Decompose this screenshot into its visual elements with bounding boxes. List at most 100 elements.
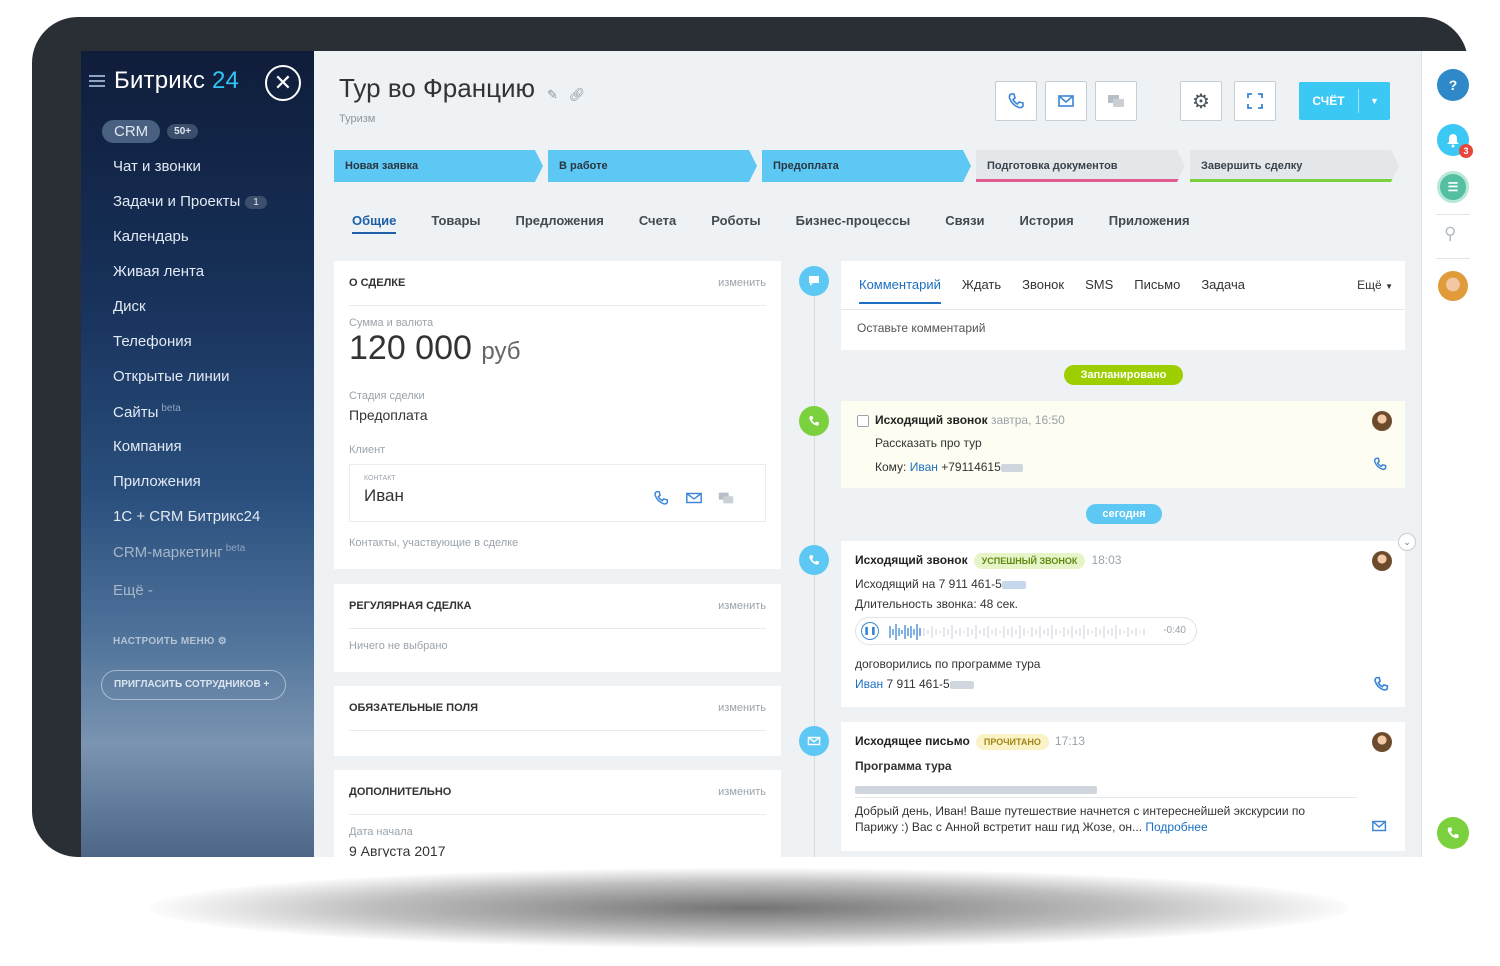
- stage-finish[interactable]: Завершить сделку: [1190, 150, 1399, 182]
- edit-pencil-icon[interactable]: ✎: [547, 87, 558, 102]
- call-outgoing-link[interactable]: Исходящий на 7 911 461-5: [855, 577, 1026, 591]
- divider: [1436, 258, 1470, 259]
- planned-call-subject[interactable]: Рассказать про тур: [875, 436, 982, 450]
- waveform[interactable]: [888, 622, 1150, 642]
- tab-business-processes[interactable]: Бизнес-процессы: [796, 213, 911, 234]
- sidebar-item-sites[interactable]: Сайты beta: [113, 403, 181, 421]
- email-header: Исходящее письмо ПРОЧИТАНО 17:13: [855, 734, 1085, 750]
- menu-burger-icon[interactable]: [89, 75, 105, 87]
- dropdown-caret-icon[interactable]: ▼: [1359, 96, 1390, 106]
- sidebar-item-chat[interactable]: Чат и звонки: [113, 158, 201, 175]
- settings-button[interactable]: ⚙: [1180, 81, 1222, 121]
- deal-card-heading: О СДЕЛКЕ: [349, 277, 406, 289]
- divider: [349, 814, 766, 815]
- sidebar-item-telephony[interactable]: Телефония: [113, 333, 192, 350]
- tab-letter[interactable]: Письмо: [1134, 277, 1180, 304]
- planned-pill: Запланировано: [1064, 365, 1183, 385]
- pause-icon[interactable]: ❚❚: [861, 622, 879, 640]
- regular-edit-link[interactable]: изменить: [718, 600, 766, 612]
- divider: [349, 305, 766, 306]
- call-button[interactable]: [995, 81, 1037, 121]
- phone-call-button[interactable]: [1437, 817, 1469, 849]
- stage-documents[interactable]: Подготовка документов: [976, 150, 1185, 182]
- invite-employees-button[interactable]: ПРИГЛАСИТЬ СОТРУДНИКОВ +: [101, 670, 286, 700]
- contact-email-icon[interactable]: [684, 489, 704, 507]
- tab-comment[interactable]: Комментарий: [859, 277, 941, 304]
- call-action-icon[interactable]: [1372, 456, 1388, 472]
- tab-more[interactable]: Ещё ▼: [1357, 278, 1393, 292]
- chat-button[interactable]: [1095, 81, 1137, 121]
- stage-new[interactable]: Новая заявка: [334, 150, 543, 182]
- user-avatar[interactable]: [1438, 271, 1468, 301]
- complete-checkbox[interactable]: [857, 415, 869, 427]
- link-icon[interactable]: 🔗︎: [569, 87, 586, 102]
- divider: [349, 730, 766, 731]
- fullscreen-button[interactable]: [1234, 81, 1276, 121]
- sidebar-item-calendar[interactable]: Календарь: [113, 228, 189, 245]
- gear-icon: ⚙: [217, 636, 227, 647]
- tab-call[interactable]: Звонок: [1022, 277, 1064, 304]
- page-subtitle: Туризм: [339, 113, 376, 125]
- additional-edit-link[interactable]: изменить: [718, 786, 766, 798]
- search-icon[interactable]: ⚲: [1444, 224, 1456, 244]
- sidebar-item-crm-marketing[interactable]: CRM-маркетинг beta: [113, 543, 245, 561]
- tab-general[interactable]: Общие: [352, 213, 397, 234]
- timeline-tabs: Комментарий Ждать Звонок SMS Письмо Зада…: [859, 277, 1245, 304]
- comment-dot: [799, 266, 829, 296]
- sidebar-item-apps[interactable]: Приложения: [113, 473, 201, 490]
- tab-offers[interactable]: Предложения: [516, 213, 604, 234]
- logo[interactable]: Битрикс 24: [114, 67, 239, 95]
- tab-applications[interactable]: Приложения: [1109, 213, 1190, 234]
- tab-history[interactable]: История: [1020, 213, 1074, 234]
- tab-sms[interactable]: SMS: [1085, 277, 1113, 304]
- call-action-icon[interactable]: [1372, 675, 1390, 693]
- sidebar-item-open-lines[interactable]: Открытые линии: [113, 368, 230, 385]
- planned-call-contact-link[interactable]: Иван: [910, 460, 938, 474]
- client-contact-box: КОНТАКТ Иван: [349, 464, 766, 522]
- start-date-label: Дата начала: [349, 826, 413, 838]
- email-body-line-2: Парижу :) Вас с Анной встретит наш гид Ж…: [855, 820, 1208, 834]
- comment-input[interactable]: Оставьте комментарий: [857, 321, 985, 335]
- logo-row: Битрикс 24: [89, 67, 239, 95]
- audio-player: ❚❚ -0:40: [855, 617, 1197, 645]
- sidebar-item-feed[interactable]: Живая лента: [113, 263, 204, 280]
- required-edit-link[interactable]: изменить: [718, 702, 766, 714]
- regular-value: Ничего не выбрано: [349, 640, 448, 652]
- tab-products[interactable]: Товары: [431, 213, 480, 234]
- deal-edit-link[interactable]: изменить: [718, 277, 766, 289]
- stage-prepayment[interactable]: Предоплата: [762, 150, 971, 182]
- reply-email-icon[interactable]: [1370, 817, 1390, 835]
- sidebar-item-1c[interactable]: 1С + CRM Битрикс24: [113, 508, 260, 525]
- invoice-button[interactable]: СЧЁТ ▼: [1299, 82, 1390, 120]
- notifications-button[interactable]: 3: [1437, 124, 1473, 158]
- sidebar-item-more[interactable]: Ещё -: [113, 582, 153, 599]
- email-button[interactable]: [1045, 81, 1087, 121]
- email-more-link[interactable]: Подробнее: [1145, 820, 1207, 834]
- open-lines-button[interactable]: ☰: [1437, 171, 1469, 203]
- collapse-chevron-icon[interactable]: ⌄: [1398, 533, 1416, 551]
- contact-name[interactable]: Иван: [364, 486, 404, 506]
- email-subject-link[interactable]: Программа тура: [855, 759, 952, 773]
- call-contact-link[interactable]: Иван: [855, 677, 883, 691]
- tab-task[interactable]: Задача: [1201, 277, 1245, 304]
- stage-in-progress[interactable]: В работе: [548, 150, 757, 182]
- close-sidebar-button[interactable]: ✕: [265, 65, 301, 101]
- tab-links[interactable]: Связи: [945, 213, 984, 234]
- deal-card: О СДЕЛКЕ изменить Сумма и валюта 120 000…: [334, 261, 781, 569]
- help-button[interactable]: ?: [1437, 69, 1469, 101]
- sidebar-item-disk[interactable]: Диск: [113, 298, 146, 315]
- contact-chat-icon[interactable]: [716, 489, 736, 507]
- comment-icon: [809, 276, 819, 286]
- sidebar-item-tasks[interactable]: Задачи и Проекты 1: [113, 193, 267, 210]
- tab-invoices[interactable]: Счета: [639, 213, 676, 234]
- stage-value: Предоплата: [349, 407, 428, 423]
- crm-count-badge: 50+: [167, 124, 199, 139]
- today-pill: сегодня: [1086, 504, 1162, 524]
- configure-menu-link[interactable]: НАСТРОИТЬ МЕНЮ ⚙: [113, 636, 227, 647]
- tasks-count-badge: 1: [245, 195, 267, 209]
- sidebar-item-crm[interactable]: CRM 50+: [102, 120, 199, 143]
- tab-robots[interactable]: Роботы: [711, 213, 760, 234]
- sidebar-item-company[interactable]: Компания: [113, 438, 182, 455]
- tab-wait[interactable]: Ждать: [962, 277, 1001, 304]
- contact-phone-icon[interactable]: [652, 489, 670, 507]
